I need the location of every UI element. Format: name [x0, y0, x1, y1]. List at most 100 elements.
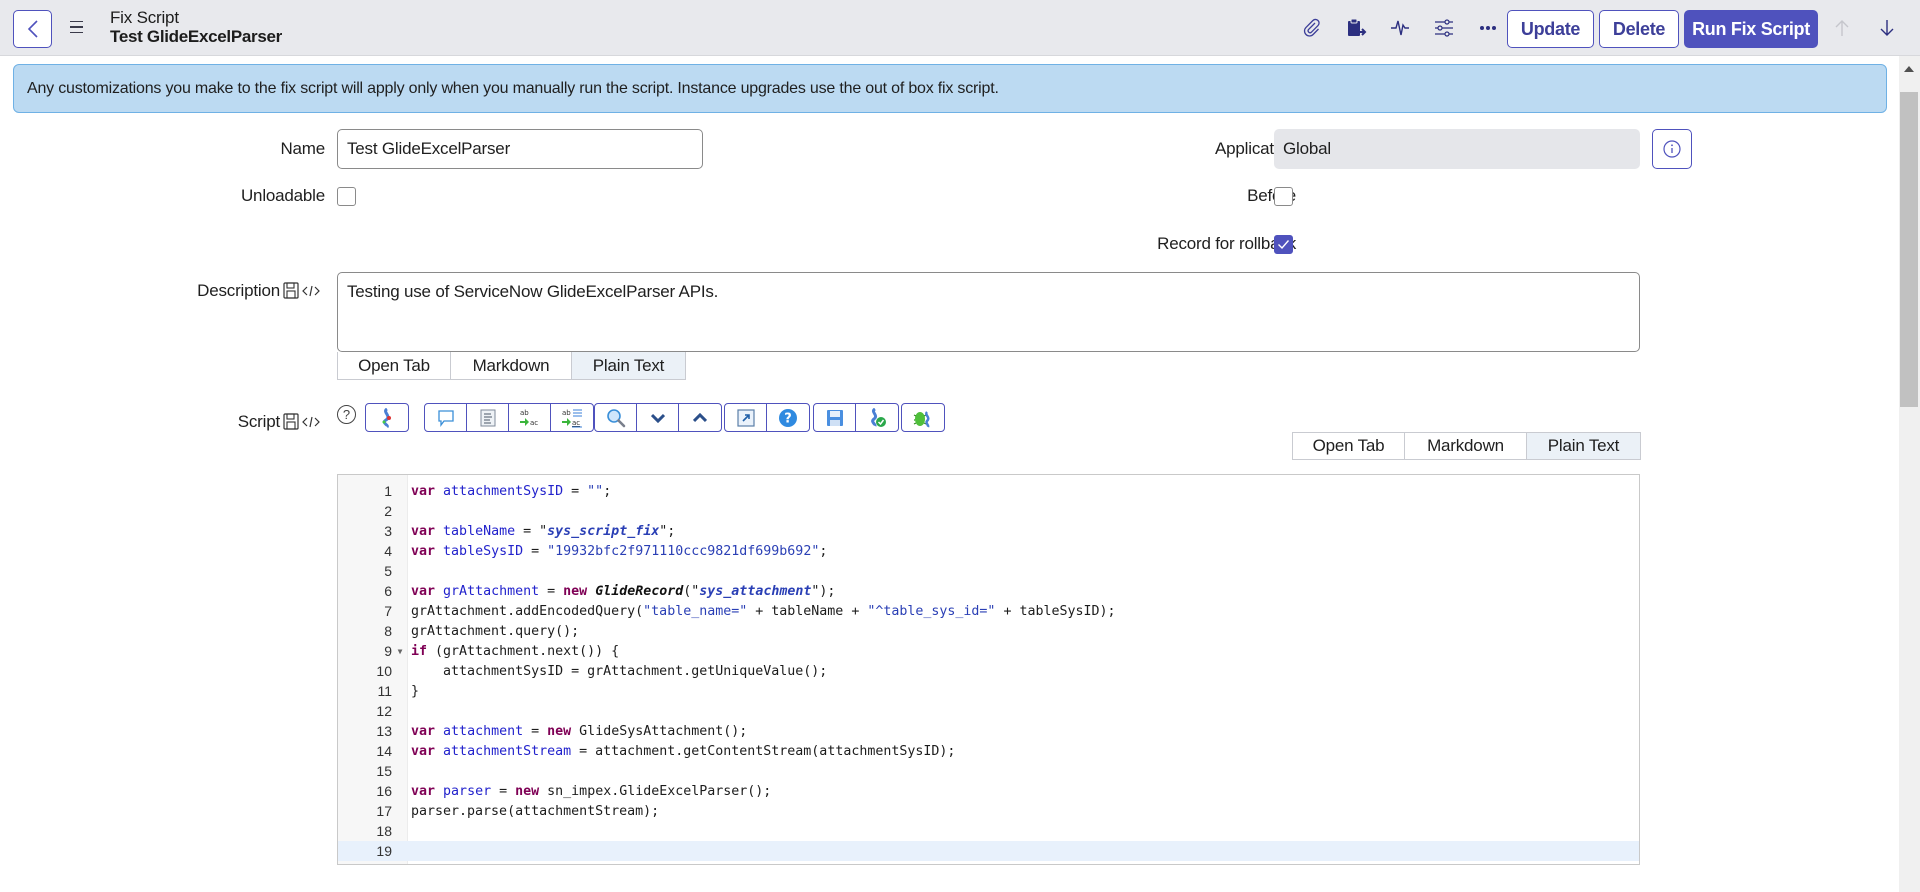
- script-help-button[interactable]: ?: [767, 404, 809, 431]
- line-number: 16: [376, 783, 392, 799]
- record-title: Fix Script Test GlideExcelParser: [110, 8, 282, 46]
- code-text: if (grAttachment.next()) {: [411, 643, 620, 659]
- code-line[interactable]: 5: [338, 561, 1639, 581]
- code-line[interactable]: 13 var attachment = new GlideSysAttachmen…: [338, 721, 1639, 741]
- script-tab-open[interactable]: Open Tab: [1293, 433, 1405, 459]
- search-previous-button[interactable]: [679, 404, 721, 431]
- toggle-syntax-button[interactable]: [366, 404, 408, 431]
- line-number: 18: [376, 823, 392, 839]
- syntax-check-icon: [382, 407, 391, 428]
- update-button[interactable]: Update: [1507, 10, 1594, 48]
- code-line[interactable]: 7 grAttachment.addEncodedQuery("table_nam…: [338, 601, 1639, 621]
- search-next-button[interactable]: [637, 404, 679, 431]
- save-script-button[interactable]: [814, 404, 856, 431]
- code-line[interactable]: 3 var tableName = "sys_script_fix";: [338, 521, 1639, 541]
- line-number: 9: [384, 643, 392, 659]
- scrollbar-thumb[interactable]: [1900, 92, 1918, 407]
- delete-button[interactable]: Delete: [1599, 10, 1679, 48]
- description-tabs: Open Tab Markdown Plain Text: [337, 352, 686, 380]
- script-tab-markdown[interactable]: Markdown: [1405, 433, 1527, 459]
- next-match-icon: [650, 413, 665, 423]
- paperclip-icon: [1303, 18, 1320, 37]
- line-number: 3: [384, 523, 392, 539]
- code-line[interactable]: 2: [338, 501, 1639, 521]
- toggle-comment-button[interactable]: [425, 404, 467, 431]
- record-header: Fix Script Test GlideExcelParser Update …: [0, 0, 1920, 56]
- code-line[interactable]: 18: [338, 821, 1639, 841]
- page-scrollbar[interactable]: [1899, 56, 1920, 892]
- scroll-up-arrow-icon[interactable]: [1904, 66, 1914, 72]
- code-text: var grAttachment = new GlideRecord("sys_…: [411, 583, 836, 599]
- search-icon: [606, 408, 625, 427]
- export-button[interactable]: [1334, 14, 1378, 42]
- previous-record-button[interactable]: [1828, 14, 1856, 42]
- line-number: 5: [384, 563, 392, 579]
- save-icon: [826, 409, 843, 426]
- code-line[interactable]: 10 attachmentSysID = grAttachment.getUni…: [338, 661, 1639, 681]
- toolbar-group-syntax: [365, 403, 409, 432]
- line-number: 1: [384, 483, 392, 499]
- application-info-button[interactable]: [1652, 129, 1692, 169]
- description-save-icon[interactable]: [283, 282, 299, 299]
- line-number: 7: [384, 603, 392, 619]
- run-fix-script-button[interactable]: Run Fix Script: [1684, 10, 1818, 48]
- code-line[interactable]: 12: [338, 701, 1639, 721]
- fullscreen-button[interactable]: [725, 404, 767, 431]
- before-checkbox[interactable]: [1274, 187, 1293, 206]
- save-disk-icon: [283, 282, 299, 299]
- code-text: attachmentSysID = grAttachment.getUnique…: [411, 663, 828, 679]
- format-code-icon: [480, 409, 495, 426]
- script-debugger-button[interactable]: [902, 404, 944, 431]
- description-tab-markdown[interactable]: Markdown: [451, 352, 572, 379]
- replace-all-button[interactable]: ab ac: [551, 404, 593, 431]
- toolbar-group-search: [594, 403, 722, 432]
- code-line[interactable]: 15: [338, 761, 1639, 781]
- code-text: var tableName = "sys_script_fix";: [411, 523, 676, 539]
- description-tab-open[interactable]: Open Tab: [338, 352, 451, 379]
- next-record-button[interactable]: [1873, 14, 1901, 42]
- validate-script-button[interactable]: [856, 404, 898, 431]
- name-input[interactable]: Test GlideExcelParser: [337, 129, 703, 169]
- script-code-icon[interactable]: [302, 415, 320, 429]
- record-name: Test GlideExcelParser: [110, 27, 282, 46]
- unloadable-checkbox[interactable]: [337, 187, 356, 206]
- format-code-button[interactable]: [467, 404, 509, 431]
- code-line[interactable]: 11}: [338, 681, 1639, 701]
- activity-pulse-icon: [1391, 20, 1409, 36]
- description-tab-plain-text[interactable]: Plain Text: [572, 352, 685, 379]
- code-text: var attachmentStream = attachment.getCon…: [411, 743, 956, 759]
- code-line[interactable]: 19: [338, 841, 1639, 861]
- code-line[interactable]: 8 grAttachment.query();: [338, 621, 1639, 641]
- replace-button[interactable]: ab ac: [509, 404, 551, 431]
- description-textarea[interactable]: Testing use of ServiceNow GlideExcelPars…: [337, 272, 1640, 352]
- code-text: var attachment = new GlideSysAttachment(…: [411, 723, 748, 739]
- fullscreen-icon: [736, 408, 755, 427]
- info-banner: Any customizations you make to the fix s…: [13, 64, 1887, 113]
- activity-button[interactable]: [1378, 14, 1422, 42]
- settings-button[interactable]: [1422, 14, 1466, 42]
- hamburger-menu-icon[interactable]: [68, 16, 86, 38]
- script-help-icon[interactable]: ?: [337, 405, 356, 424]
- code-brackets-icon: [302, 416, 320, 427]
- code-line[interactable]: 17 parser.parse(attachmentStream);: [338, 801, 1639, 821]
- unloadable-label: Unloadable: [240, 186, 325, 205]
- attachment-button[interactable]: [1290, 14, 1334, 42]
- script-tab-plain-text[interactable]: Plain Text: [1527, 433, 1640, 459]
- description-code-icon[interactable]: [302, 284, 320, 298]
- back-button[interactable]: [13, 10, 52, 48]
- code-line[interactable]: 16 var parser = new sn_impex.GlideExcelPa…: [338, 781, 1639, 801]
- more-options-button[interactable]: [1466, 14, 1510, 42]
- code-line[interactable]: 6 var grAttachment = new GlideRecord("sys…: [338, 581, 1639, 601]
- code-line[interactable]: 14 var attachmentStream = attachment.getC…: [338, 741, 1639, 761]
- code-brackets-icon: [302, 285, 320, 296]
- script-editor[interactable]: 1 var attachmentSysID = ""; 2 3 var tableNam…: [337, 474, 1640, 865]
- name-label: Name: [280, 139, 325, 158]
- previous-match-icon: [693, 412, 707, 422]
- code-line[interactable]: 9 ▼ if (grAttachment.next()) {: [338, 641, 1639, 661]
- script-save-icon[interactable]: [283, 413, 299, 430]
- record-for-rollback-checkbox[interactable]: [1274, 235, 1293, 254]
- fold-toggle-icon[interactable]: ▼: [392, 647, 408, 656]
- code-line[interactable]: 1 var attachmentSysID = "";: [338, 481, 1639, 501]
- code-line[interactable]: 4 var tableSysID = "19932bfc2f971110ccc98…: [338, 541, 1639, 561]
- search-button[interactable]: [595, 404, 637, 431]
